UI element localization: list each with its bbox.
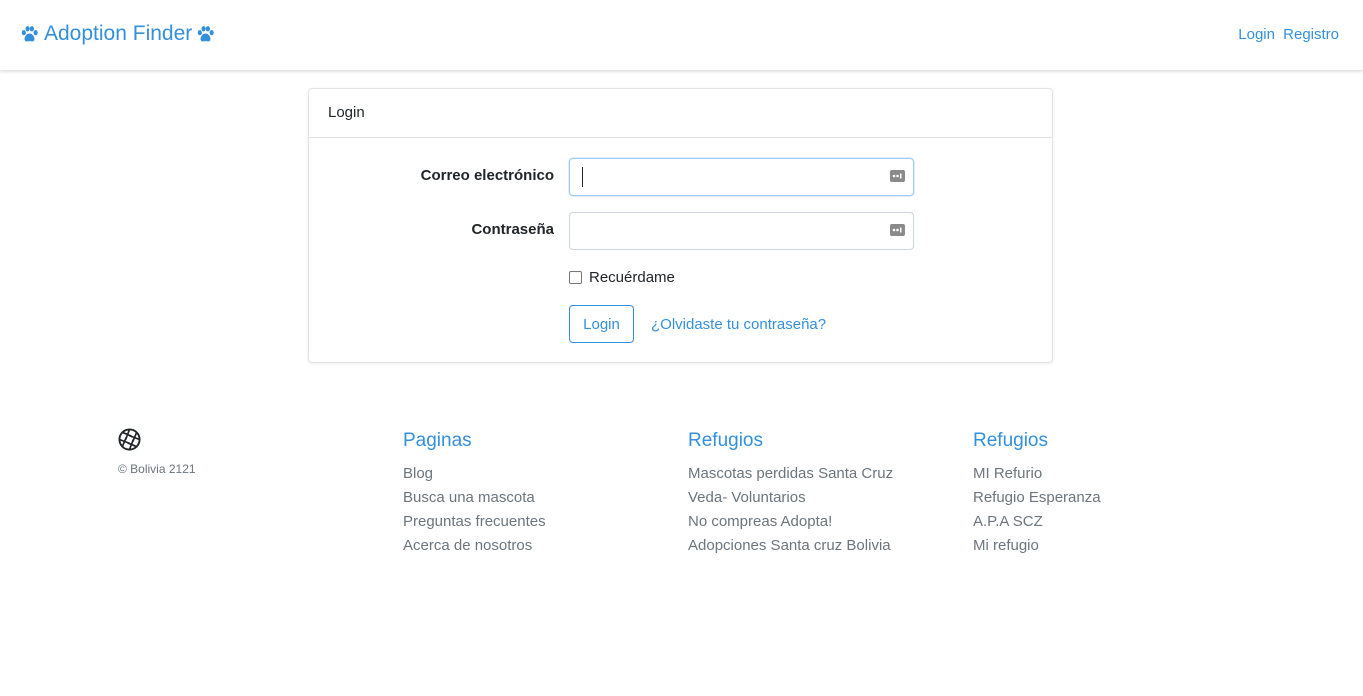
card-header: Login <box>309 89 1052 138</box>
footer-link: Acerca de nosotros <box>403 534 663 558</box>
brand-text: Adoption Finder <box>44 22 193 45</box>
footer-column-title: Refugios <box>688 430 763 451</box>
email-field[interactable] <box>570 159 870 195</box>
footer-link: No compreas Adopta! <box>688 510 948 534</box>
footer-link-busca-mascota[interactable]: Busca una mascota <box>403 489 535 506</box>
footer-column-paginas: Paginas Blog Busca una mascota Preguntas… <box>403 428 663 558</box>
footer-link-mi-refugio[interactable]: Mi refugio <box>973 537 1039 554</box>
footer-link-adopciones[interactable]: Adopciones Santa cruz Bolivia <box>688 537 891 554</box>
email-label: Correo electrónico <box>420 167 554 184</box>
brand-link[interactable]: Adoption Finder <box>20 22 215 46</box>
footer-link: Busca una mascota <box>403 486 663 510</box>
paw-icon <box>21 25 38 41</box>
footer-link-mascotas-perdidas[interactable]: Mascotas perdidas Santa Cruz <box>688 465 893 482</box>
text-caret <box>582 167 583 187</box>
password-manager-key-icon[interactable] <box>890 224 905 236</box>
footer-link: Mi refugio <box>973 534 1233 558</box>
footer-link-blog[interactable]: Blog <box>403 465 433 482</box>
footer-link: Refugio Esperanza <box>973 486 1233 510</box>
password-field-wrapper <box>569 212 914 250</box>
navbar: Adoption Finder Login Registro <box>0 0 1363 71</box>
footer-link-acerca[interactable]: Acerca de nosotros <box>403 537 532 554</box>
forgot-password-link[interactable]: ¿Olvidaste tu contraseña? <box>651 316 826 333</box>
login-card: Login Correo electrónico Contraseña Recu… <box>308 88 1053 363</box>
footer-link: Mascotas perdidas Santa Cruz <box>688 462 948 486</box>
footer-column-title: Paginas <box>403 430 472 451</box>
footer-link-mi-refurio[interactable]: MI Refurio <box>973 465 1042 482</box>
footer-link-no-compres[interactable]: No compreas Adopta! <box>688 513 832 530</box>
email-field-wrapper <box>569 158 914 196</box>
footer-link: Veda- Voluntarios <box>688 486 948 510</box>
footer-link-veda[interactable]: Veda- Voluntarios <box>688 489 806 506</box>
footer-column-refugios-1: Refugios Mascotas perdidas Santa Cruz Ve… <box>688 428 948 558</box>
paw-icon <box>197 25 215 41</box>
email-row: Correo electrónico <box>309 158 1054 196</box>
password-label: Contraseña <box>471 221 554 238</box>
remember-checkbox[interactable] <box>569 271 582 284</box>
footer-link: A.P.A SCZ <box>973 510 1233 534</box>
copyright-text: © Bolivia 2121 <box>118 462 196 476</box>
password-manager-key-icon[interactable] <box>890 170 905 182</box>
footer-link: MI Refurio <box>973 462 1233 486</box>
footer-link: Preguntas frecuentes <box>403 510 663 534</box>
nav-links: Login Registro <box>1238 26 1339 43</box>
remember-me[interactable]: Recuérdame <box>569 269 675 286</box>
form-actions: Login ¿Olvidaste tu contraseña? <box>569 305 826 343</box>
footer-column-title: Refugios <box>973 430 1048 451</box>
footer-column-refugios-2: Refugios MI Refurio Refugio Esperanza A.… <box>973 428 1233 558</box>
nav-register-link[interactable]: Registro <box>1283 26 1339 43</box>
footer-link-preguntas[interactable]: Preguntas frecuentes <box>403 513 546 530</box>
footer-link: Adopciones Santa cruz Bolivia <box>688 534 948 558</box>
aperture-icon <box>118 428 141 451</box>
remember-label[interactable]: Recuérdame <box>589 269 675 286</box>
nav-login-link[interactable]: Login <box>1238 26 1275 43</box>
login-button[interactable]: Login <box>569 305 634 343</box>
footer-link: Blog <box>403 462 663 486</box>
footer-link-apa-scz[interactable]: A.P.A SCZ <box>973 513 1043 530</box>
password-row: Contraseña <box>309 212 1054 250</box>
password-field[interactable] <box>570 213 870 249</box>
footer-link-refugio-esperanza[interactable]: Refugio Esperanza <box>973 489 1101 506</box>
